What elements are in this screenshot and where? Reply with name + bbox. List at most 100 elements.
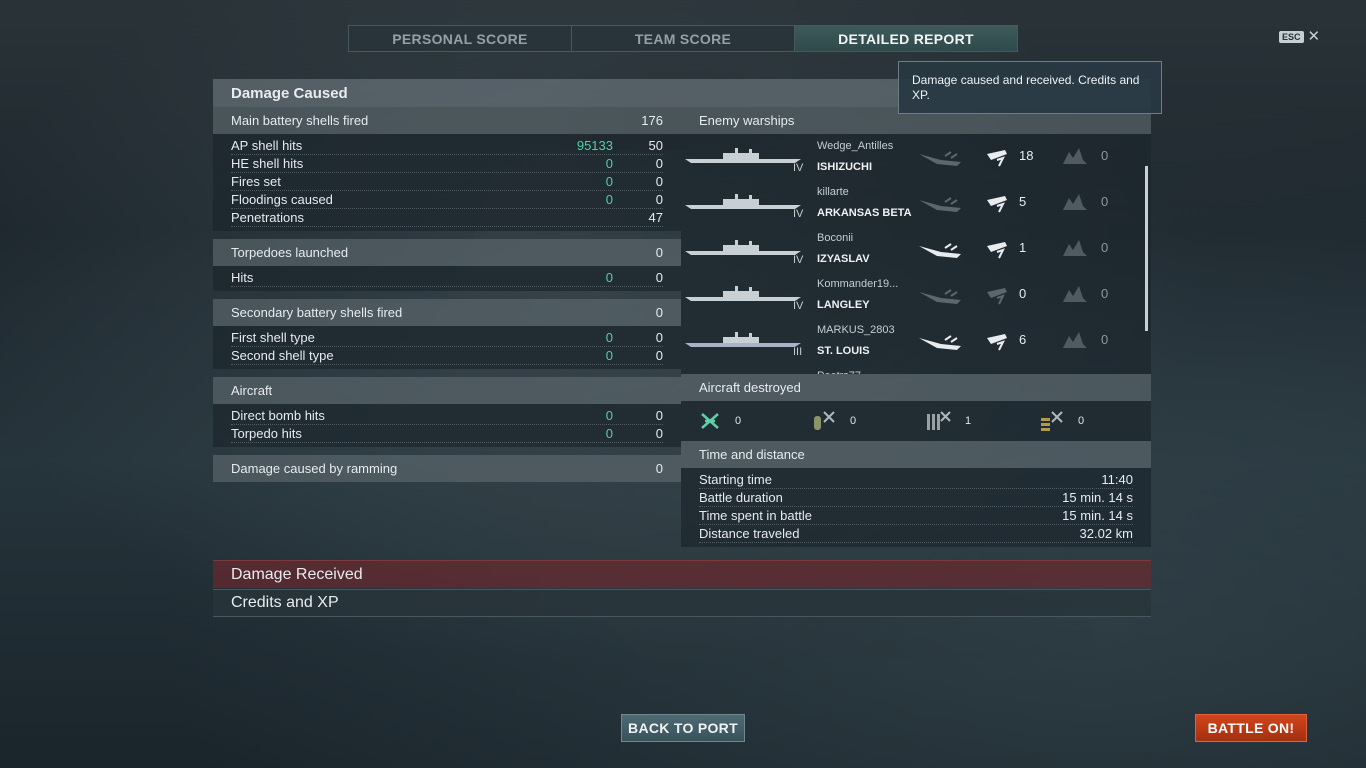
stat-value: 50 xyxy=(648,138,663,153)
ship-silhouette-icon xyxy=(685,332,801,347)
damage-caused-title: Damage Caused xyxy=(231,84,348,102)
shell-hits-count: 6 xyxy=(1019,332,1027,347)
shell-hits-icon xyxy=(987,242,1007,259)
player-name: Peetrs77 xyxy=(817,370,861,374)
stat-row: Fires set 0 0 xyxy=(231,173,663,191)
enemy-ship-row[interactable]: IV Wedge_Antilles ISHIZUCHI 18 0 xyxy=(681,134,1151,180)
shell-hits-count: 0 xyxy=(1019,286,1027,301)
stat-damage: 0 xyxy=(605,408,613,423)
ship-name: IZYASLAV xyxy=(817,253,870,265)
enemy-ship-row[interactable]: IV killarte ARKANSAS BETA 5 0 xyxy=(681,180,1151,226)
back-to-port-button[interactable]: BACK TO PORT xyxy=(621,714,745,742)
stat-damage: 0 xyxy=(605,174,613,189)
aircraft-destroyed-value: 0 xyxy=(850,415,857,427)
main-battery-label: Main battery shells fired xyxy=(231,113,369,128)
esc-key-icon: ESC xyxy=(1279,31,1304,43)
ship-tier: III xyxy=(793,346,803,358)
time-distance-title: Time and distance xyxy=(699,447,805,462)
stat-label: Floodings caused xyxy=(231,192,333,207)
enemy-ship-row[interactable]: IV Boconii IZYASLAV 1 0 xyxy=(681,226,1151,272)
aircraft-destroyed-value: 1 xyxy=(965,415,972,427)
bomber-icon xyxy=(814,411,835,430)
ramming-header: Damage caused by ramming 0 xyxy=(213,455,681,482)
aircraft-header: Aircraft xyxy=(213,377,681,404)
close-icon[interactable]: ✕ xyxy=(1308,29,1321,44)
aircraft-destroyed-value: 0 xyxy=(735,415,742,427)
time-value: 15 min. 14 s xyxy=(1062,508,1133,523)
shell-hits-count: 1 xyxy=(1019,240,1027,255)
aircraft-label: Aircraft xyxy=(231,383,273,398)
stat-damage: 0 xyxy=(605,348,613,363)
ship-sunk-icon xyxy=(919,335,961,350)
stat-damage: 0 xyxy=(605,330,613,345)
fires-count: 0 xyxy=(1101,194,1109,209)
ship-silhouette-icon xyxy=(685,194,801,209)
ship-silhouette-icon xyxy=(685,240,801,255)
credits-xp-section[interactable]: Credits and XP xyxy=(213,589,1151,617)
stat-row: Second shell type 0 0 xyxy=(231,347,663,365)
fire-icon xyxy=(1063,240,1087,256)
fire-icon xyxy=(1063,332,1087,348)
time-value: 11:40 xyxy=(1101,472,1133,487)
ship-tier: IV xyxy=(793,208,804,220)
ship-silhouette-icon xyxy=(685,148,801,163)
damage-received-section[interactable]: Damage Received xyxy=(213,560,1151,588)
time-value: 32.02 km xyxy=(1079,526,1133,541)
tab-detailed-report[interactable]: DETAILED REPORT xyxy=(795,26,1017,51)
time-row: Starting time 11:40 xyxy=(699,471,1133,489)
stat-row: Penetrations 47 xyxy=(231,209,663,227)
aircraft-destroyed-header: Aircraft destroyed xyxy=(681,374,1151,401)
stat-row: Hits 0 0 xyxy=(231,269,663,287)
enemy-ship-row[interactable]: IV Kommander19... LANGLEY 0 0 xyxy=(681,272,1151,318)
enemy-column: Enemy warships IV Wedge_Antilles ISHIZUCHI… xyxy=(681,107,1151,547)
stat-value: 0 xyxy=(655,348,663,363)
stat-value: 47 xyxy=(648,210,663,225)
tab-team-score[interactable]: TEAM SCORE xyxy=(572,26,795,51)
section-tooltip: Damage caused and received. Credits and … xyxy=(898,61,1162,114)
time-distance-header: Time and distance xyxy=(681,441,1151,468)
time-distance-body: Starting time 11:40 Battle duration 15 min… xyxy=(681,468,1151,547)
dive-bomber-icon xyxy=(1041,411,1063,431)
torpedoes-header: Torpedoes launched 0 xyxy=(213,239,681,266)
stat-label: AP shell hits xyxy=(231,138,303,153)
stat-row: Direct bomb hits 0 0 xyxy=(231,407,663,425)
ship-name: ARKANSAS BETA xyxy=(817,207,912,219)
stat-value: 0 xyxy=(655,156,663,171)
secondary-value: 0 xyxy=(655,305,663,320)
aircraft-destroyed-item: 0 xyxy=(1038,410,1151,432)
aircraft-destroyed-title: Aircraft destroyed xyxy=(699,380,801,395)
player-name: MARKUS_2803 xyxy=(817,324,895,336)
tab-personal-score[interactable]: PERSONAL SCORE xyxy=(349,26,572,51)
fires-count: 0 xyxy=(1101,148,1109,163)
torpedo-bomber-icon xyxy=(927,411,951,430)
credits-xp-title: Credits and XP xyxy=(231,594,339,611)
time-label: Time spent in battle xyxy=(699,508,812,523)
stat-row: HE shell hits 0 0 xyxy=(231,155,663,173)
stat-label: Direct bomb hits xyxy=(231,408,325,423)
stat-label: HE shell hits xyxy=(231,156,304,171)
stat-value: 0 xyxy=(655,192,663,207)
battle-on-button[interactable]: BATTLE ON! xyxy=(1195,714,1307,742)
stat-value: 0 xyxy=(655,270,663,285)
stat-label: Second shell type xyxy=(231,348,334,363)
stat-damage: 95133 xyxy=(576,138,613,153)
stat-label: Penetrations xyxy=(231,210,304,225)
time-label: Distance traveled xyxy=(699,526,800,541)
enemy-ship-row[interactable]: Peetrs77 xyxy=(681,364,1151,374)
aircraft-destroyed-item: 1 xyxy=(925,410,1038,432)
time-row: Battle duration 15 min. 14 s xyxy=(699,489,1133,507)
fire-icon xyxy=(1063,286,1087,302)
enemy-warships-list[interactable]: IV Wedge_Antilles ISHIZUCHI 18 0 IV killarte AR… xyxy=(681,134,1151,374)
ship-name: LANGLEY xyxy=(817,299,870,311)
aircraft-destroyed-item: 0 xyxy=(699,411,812,431)
time-label: Battle duration xyxy=(699,490,783,505)
ship-silhouette-icon xyxy=(685,286,801,301)
main-battery-header: Main battery shells fired 176 xyxy=(213,107,681,134)
fire-icon xyxy=(1063,148,1087,164)
stat-value: 0 xyxy=(655,174,663,189)
fires-count: 0 xyxy=(1101,286,1109,301)
esc-close-button[interactable]: ESC ✕ xyxy=(1279,29,1321,44)
enemy-ship-row[interactable]: III MARKUS_2803 ST. LOUIS 6 0 xyxy=(681,318,1151,364)
ship-name: ST. LOUIS xyxy=(817,345,870,357)
stat-value: 0 xyxy=(655,426,663,441)
